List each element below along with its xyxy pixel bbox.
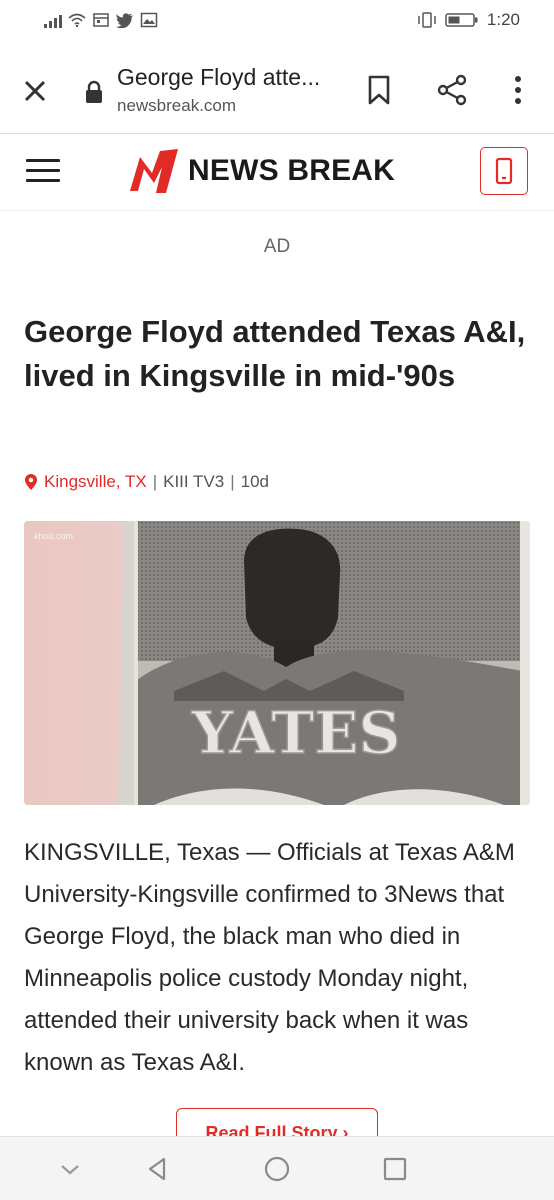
signal-icon	[44, 12, 62, 28]
back-icon[interactable]	[144, 1155, 172, 1183]
site-header: NEWS BREAK	[0, 135, 554, 211]
article-source[interactable]: KIII TV3	[163, 472, 224, 492]
newsbreak-logo-mark	[130, 149, 178, 193]
article-meta: Kingsville, TX | KIII TV3 | 10d	[24, 472, 269, 492]
meta-divider: |	[230, 472, 235, 491]
article-body: KINGSVILLE, Texas — Officials at Texas A…	[24, 839, 515, 1076]
menu-icon[interactable]	[26, 159, 60, 185]
status-icons-right: 1:20	[417, 10, 520, 30]
gallery-icon	[140, 12, 158, 28]
article-photo: YATES	[24, 521, 530, 805]
wifi-icon	[68, 13, 86, 28]
calendar-icon	[93, 13, 109, 27]
meta-divider: |	[152, 472, 158, 491]
browser-toolbar: George Floyd atte... newsbreak.com	[0, 46, 554, 134]
home-icon[interactable]	[263, 1155, 291, 1183]
status-time: 1:20	[486, 10, 520, 29]
status-bar: 1:20	[0, 0, 554, 46]
url-domain[interactable]: newsbreak.com	[117, 96, 236, 116]
lock-icon	[86, 80, 102, 103]
article-headline: George Floyd attended Texas A&I, lived i…	[24, 314, 526, 393]
article-location[interactable]: Kingsville, TX	[44, 472, 147, 492]
status-icons-left	[44, 12, 158, 28]
chevron-down-icon[interactable]	[56, 1155, 84, 1183]
more-vert-icon[interactable]	[510, 74, 526, 106]
battery-icon	[445, 13, 478, 27]
jersey-text: YATES	[191, 699, 401, 767]
newsbreak-logo[interactable]: NEWS BREAK	[128, 147, 395, 195]
twitter-icon	[116, 13, 133, 28]
ad-label: AD	[263, 236, 291, 257]
recents-icon[interactable]	[381, 1155, 409, 1183]
brand-name: NEWS BREAK	[188, 154, 396, 187]
phone-app-icon	[495, 157, 513, 185]
page-title[interactable]: George Floyd atte...	[117, 64, 320, 91]
bookmark-icon[interactable]	[366, 74, 392, 106]
article-image[interactable]: YATES khou.com	[24, 521, 530, 805]
open-app-button[interactable]	[480, 147, 528, 195]
share-icon[interactable]	[436, 74, 468, 106]
article-age: 10d	[240, 472, 270, 491]
vibrate-icon	[418, 12, 436, 28]
location-pin-icon	[25, 474, 37, 490]
image-credit: khou.com	[34, 531, 74, 541]
close-icon[interactable]	[20, 76, 50, 106]
system-nav-bar	[0, 1136, 554, 1200]
